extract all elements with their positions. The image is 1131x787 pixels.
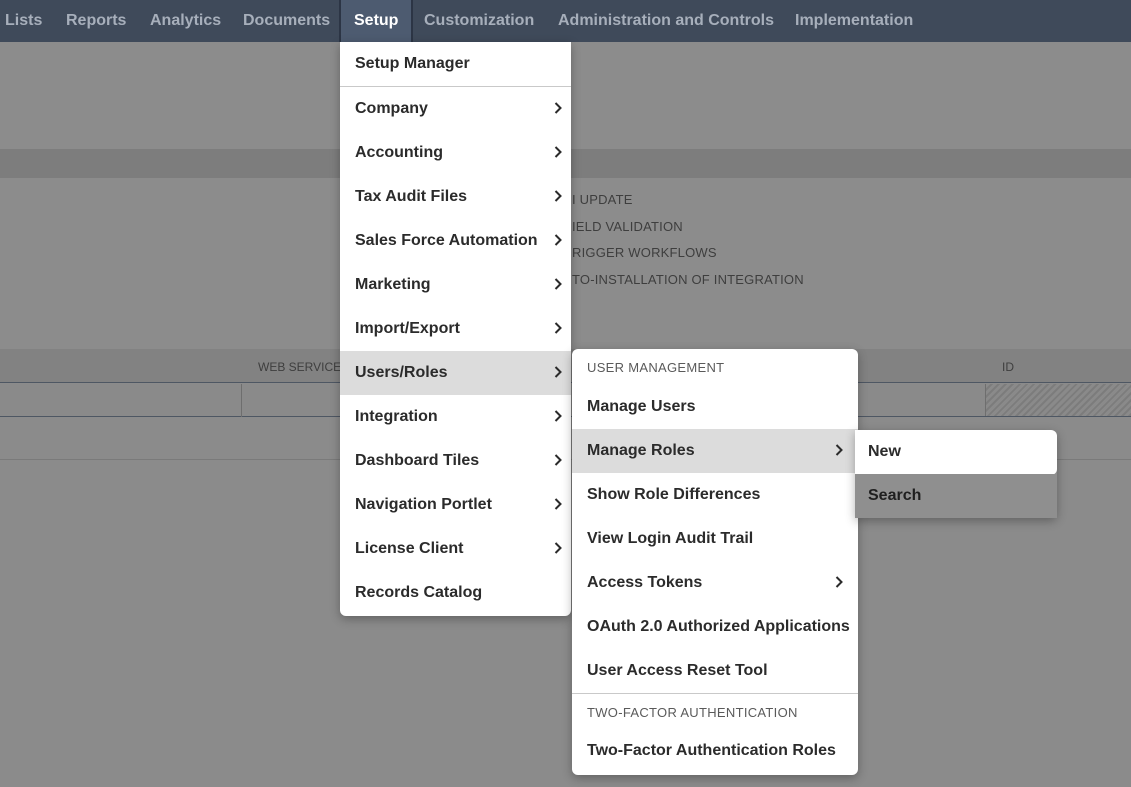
background-text-line: RIGGER WORKFLOWS	[572, 245, 717, 260]
menu-item-label: Import/Export	[355, 320, 460, 337]
menu-item-label: Manage Roles	[587, 442, 695, 459]
setup-dropdown-menu: Setup Manager Company Accounting Tax Aud…	[340, 42, 571, 616]
menu-item-user-access-reset-tool[interactable]: User Access Reset Tool	[572, 649, 858, 693]
menu-item-marketing[interactable]: Marketing	[340, 263, 571, 307]
menu-item-label: Tax Audit Files	[355, 188, 468, 205]
menu-item-records-catalog[interactable]: Records Catalog	[340, 571, 571, 615]
nav-analytics[interactable]: Analytics	[150, 0, 221, 42]
menu-item-company[interactable]: Company	[340, 87, 571, 131]
menu-item-label: View Login Audit Trail	[587, 530, 754, 547]
menu-item-label: Dashboard Tiles	[355, 452, 480, 469]
nav-administration-and-controls[interactable]: Administration and Controls	[558, 0, 774, 42]
users-roles-submenu: USER MANAGEMENT Manage Users Manage Role…	[572, 349, 858, 775]
menu-item-label: Manage Users	[587, 398, 696, 415]
menu-item-two-factor-authentication-roles[interactable]: Two-Factor Authentication Roles	[572, 729, 858, 773]
column-header-id: ID	[1002, 360, 1014, 374]
menu-item-new[interactable]: New	[855, 430, 1057, 475]
nav-setup[interactable]: Setup	[339, 0, 414, 42]
menu-item-label: Integration	[355, 408, 438, 425]
menu-item-dashboard-tiles[interactable]: Dashboard Tiles	[340, 439, 571, 483]
menu-item-manage-roles[interactable]: Manage Roles	[572, 429, 858, 473]
menu-item-navigation-portlet[interactable]: Navigation Portlet	[340, 483, 571, 527]
table-cell-divider	[241, 384, 242, 417]
section-header-user-management: USER MANAGEMENT	[587, 360, 725, 375]
menu-item-access-tokens[interactable]: Access Tokens	[572, 561, 858, 605]
menu-item-view-login-audit-trail[interactable]: View Login Audit Trail	[572, 517, 858, 561]
menu-item-label: License Client	[355, 540, 464, 557]
background-text-line: IELD VALIDATION	[572, 219, 683, 234]
menu-item-label: Setup Manager	[355, 55, 470, 72]
menu-separator	[572, 693, 858, 694]
menu-item-sales-force-automation[interactable]: Sales Force Automation	[340, 219, 571, 263]
menu-item-integration[interactable]: Integration	[340, 395, 571, 439]
chevron-right-icon	[554, 454, 562, 466]
menu-item-label: Two-Factor Authentication Roles	[587, 742, 836, 759]
nav-implementation[interactable]: Implementation	[795, 0, 913, 42]
menu-item-setup-manager[interactable]: Setup Manager	[340, 42, 571, 86]
menu-item-users-roles[interactable]: Users/Roles	[340, 351, 571, 395]
menu-item-import-export[interactable]: Import/Export	[340, 307, 571, 351]
menu-item-label: Show Role Differences	[587, 486, 761, 503]
menu-item-show-role-differences[interactable]: Show Role Differences	[572, 473, 858, 517]
chevron-right-icon	[554, 190, 562, 202]
menu-item-label: Company	[355, 100, 428, 117]
manage-roles-submenu: New Search	[855, 430, 1057, 518]
menu-item-search[interactable]: Search	[855, 474, 1057, 518]
menu-item-label: New	[868, 443, 901, 460]
chevron-right-icon	[835, 576, 843, 588]
menu-item-label: Accounting	[355, 144, 443, 161]
chevron-right-icon	[554, 278, 562, 290]
chevron-right-icon	[554, 542, 562, 554]
chevron-right-icon	[835, 444, 843, 456]
nav-reports[interactable]: Reports	[66, 0, 126, 42]
top-navigation: Lists Reports Analytics Documents Setup …	[0, 0, 1131, 42]
chevron-right-icon	[554, 498, 562, 510]
menu-item-license-client[interactable]: License Client	[340, 527, 571, 571]
chevron-right-icon	[554, 102, 562, 114]
background-text-line: I UPDATE	[572, 192, 633, 207]
menu-item-label: Marketing	[355, 276, 431, 293]
menu-item-label: Search	[868, 487, 922, 504]
menu-item-accounting[interactable]: Accounting	[340, 131, 571, 175]
menu-item-label: Access Tokens	[587, 574, 703, 591]
menu-item-label: OAuth 2.0 Authorized Applications	[587, 618, 850, 635]
nav-lists[interactable]: Lists	[5, 0, 42, 42]
nav-documents[interactable]: Documents	[243, 0, 330, 42]
table-cell-disabled	[985, 384, 1131, 416]
chevron-right-icon	[554, 146, 562, 158]
menu-item-manage-users[interactable]: Manage Users	[572, 385, 858, 429]
chevron-right-icon	[554, 322, 562, 334]
menu-item-label: Records Catalog	[355, 584, 483, 601]
nav-customization[interactable]: Customization	[424, 0, 534, 42]
chevron-right-icon	[554, 234, 562, 246]
section-header-two-factor-authentication: TWO-FACTOR AUTHENTICATION	[587, 705, 798, 720]
menu-item-tax-audit-files[interactable]: Tax Audit Files	[340, 175, 571, 219]
menu-item-label: User Access Reset Tool	[587, 662, 768, 679]
menu-item-label: Sales Force Automation	[355, 232, 538, 249]
column-header-web-services: WEB SERVICES	[258, 360, 350, 374]
chevron-right-icon	[554, 410, 562, 422]
menu-item-label: Users/Roles	[355, 364, 448, 381]
background-text-line: TO-INSTALLATION OF INTEGRATION	[572, 272, 804, 287]
menu-item-label: Navigation Portlet	[355, 496, 492, 513]
chevron-right-icon	[554, 366, 562, 378]
menu-item-oauth-authorized-applications[interactable]: OAuth 2.0 Authorized Applications	[572, 605, 858, 649]
